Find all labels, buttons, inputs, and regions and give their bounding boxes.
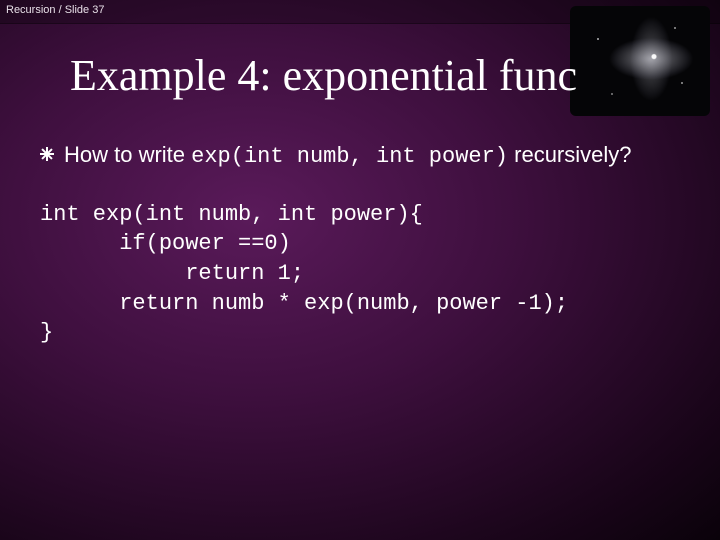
slide-path: Recursion / Slide 37 bbox=[6, 4, 104, 16]
bullet-post: recursively? bbox=[508, 142, 631, 167]
slide-title: Example 4: exponential func bbox=[70, 50, 577, 101]
bullet-text: How to write exp(int numb, int power) re… bbox=[64, 140, 632, 172]
galaxy-image bbox=[570, 6, 710, 116]
code-block: int exp(int numb, int power){ if(power =… bbox=[40, 200, 690, 348]
bullet-code-inline: exp(int numb, int power) bbox=[191, 144, 508, 169]
asterisk-icon bbox=[40, 147, 54, 161]
bullet-item: How to write exp(int numb, int power) re… bbox=[40, 140, 690, 172]
bullet-pre: How to write bbox=[64, 142, 191, 167]
slide-content: How to write exp(int numb, int power) re… bbox=[40, 140, 690, 348]
